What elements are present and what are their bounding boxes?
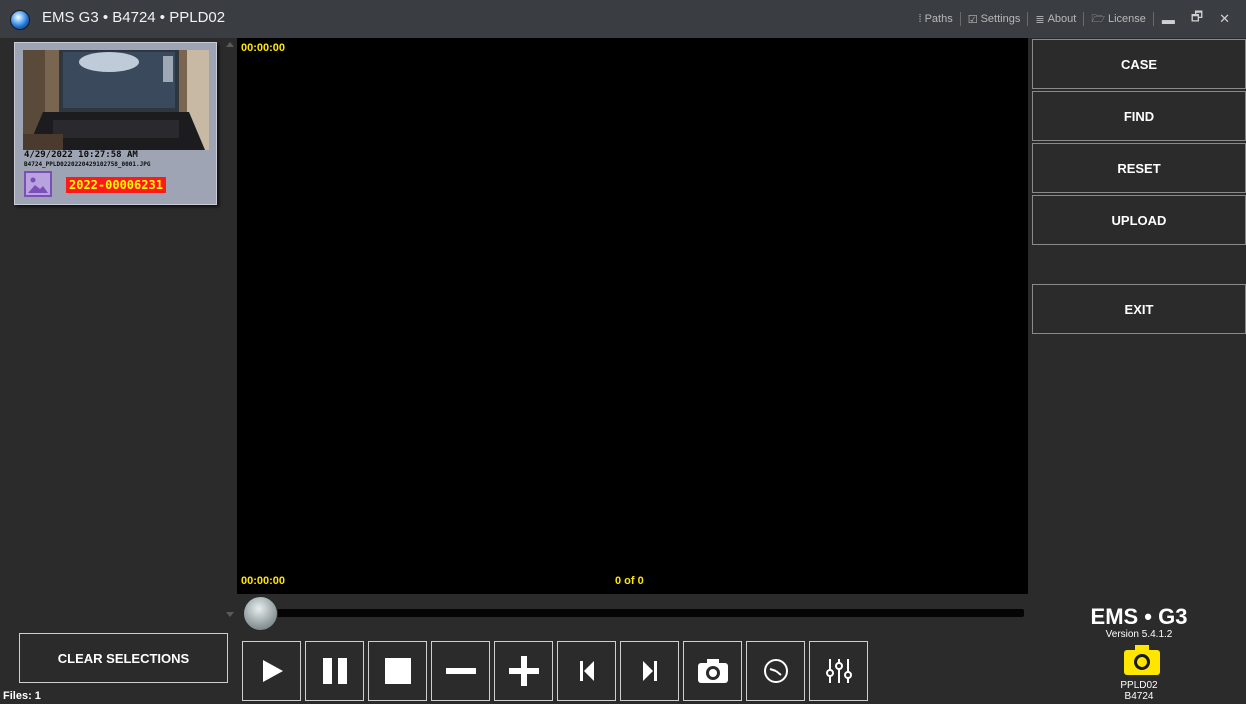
stop-icon (384, 658, 411, 684)
title-menu: ⁞ Paths ☑ Settings ≣ About 🗁 License ▬ 🗗… (912, 0, 1238, 38)
media-thumbnail-card[interactable]: 4/29/2022 10:27:58 AM B4724_PPLD02202204… (14, 42, 217, 205)
badge-id: B4724 (1124, 691, 1154, 702)
clock-icon (763, 659, 788, 683)
menu-license[interactable]: 🗁 License (1084, 10, 1153, 29)
files-count: Files: 1 (3, 690, 41, 702)
menu-settings[interactable]: ☑ Settings (961, 13, 1028, 26)
menu-about[interactable]: ≣ About (1028, 13, 1083, 26)
image-icon (24, 171, 52, 197)
skip-back-icon (579, 661, 594, 681)
snapshot-button[interactable] (683, 641, 742, 701)
menu-settings-label: Settings (980, 13, 1021, 25)
plus-icon (508, 656, 539, 686)
frame-counter: 0 of 0 (615, 575, 644, 587)
time-button[interactable] (746, 641, 805, 701)
video-player[interactable]: 00:00:00 00:00:00 0 of 0 (237, 38, 1028, 594)
close-icon[interactable]: ✕ (1211, 11, 1238, 27)
stop-button[interactable] (368, 641, 427, 701)
menu-license-label: License (1107, 13, 1146, 25)
media-preview-image (23, 50, 209, 150)
about-icon: ≣ (1035, 13, 1045, 26)
timestamp-top: 00:00:00 (241, 42, 286, 54)
sliders-icon (825, 659, 852, 683)
brand-name: EMS • G3 (1090, 604, 1188, 629)
menu-about-label: About (1047, 13, 1077, 25)
adjust-button[interactable] (809, 641, 868, 701)
settings-icon: ☑ (967, 13, 978, 26)
zoom-in-button[interactable] (494, 641, 553, 701)
zoom-out-button[interactable] (431, 641, 490, 701)
previous-button[interactable] (557, 641, 616, 701)
camera-icon (697, 659, 728, 683)
pause-icon (322, 658, 347, 684)
license-icon: 🗁 (1091, 12, 1105, 25)
camera-status-icon (1124, 645, 1160, 675)
menu-paths-label: Paths (924, 13, 953, 25)
version-label: Version 5.4.1.2 (1105, 629, 1173, 640)
window-title: EMS G3 • B4724 • PPLD02 (42, 9, 226, 26)
paths-icon: ⁞ (918, 13, 922, 25)
reset-button[interactable]: RESET (1032, 143, 1246, 193)
play-button[interactable] (242, 641, 301, 701)
title-bar: EMS G3 • B4724 • PPLD02 ⁞ Paths ☑ Settin… (0, 0, 1246, 38)
case-number-badge: 2022-00006231 (66, 177, 166, 193)
exit-button[interactable]: EXIT (1032, 284, 1246, 334)
upload-button[interactable]: UPLOAD (1032, 195, 1246, 245)
station-info: PPLD02 B4724 (1032, 680, 1246, 702)
skip-forward-icon (642, 661, 657, 681)
minus-icon (445, 668, 476, 674)
transport-controls (242, 641, 868, 701)
scroll-down-icon[interactable] (226, 612, 234, 617)
minimize-icon[interactable]: ▬ (1154, 12, 1183, 27)
timestamp-bottom: 00:00:00 (241, 575, 286, 587)
scroll-up-icon[interactable] (226, 42, 234, 47)
media-filename: B4724_PPLD0220220429102758_0001.JPG (24, 161, 151, 168)
station-id: PPLD02 (1120, 680, 1158, 691)
pause-button[interactable] (305, 641, 364, 701)
menu-paths[interactable]: ⁞ Paths (912, 13, 960, 25)
case-button[interactable]: CASE (1032, 39, 1246, 89)
app-logo-icon (10, 10, 30, 30)
restore-icon[interactable]: 🗗 (1183, 8, 1211, 30)
find-button[interactable]: FIND (1032, 91, 1246, 141)
next-button[interactable] (620, 641, 679, 701)
play-icon (262, 660, 283, 682)
media-date: 4/29/2022 10:27:58 AM (24, 150, 138, 160)
seek-track[interactable] (260, 609, 1024, 617)
clear-selections-button[interactable]: CLEAR SELECTIONS (19, 633, 228, 683)
app-window: EMS G3 • B4724 • PPLD02 ⁞ Paths ☑ Settin… (0, 0, 1246, 704)
seek-handle[interactable] (243, 596, 278, 631)
